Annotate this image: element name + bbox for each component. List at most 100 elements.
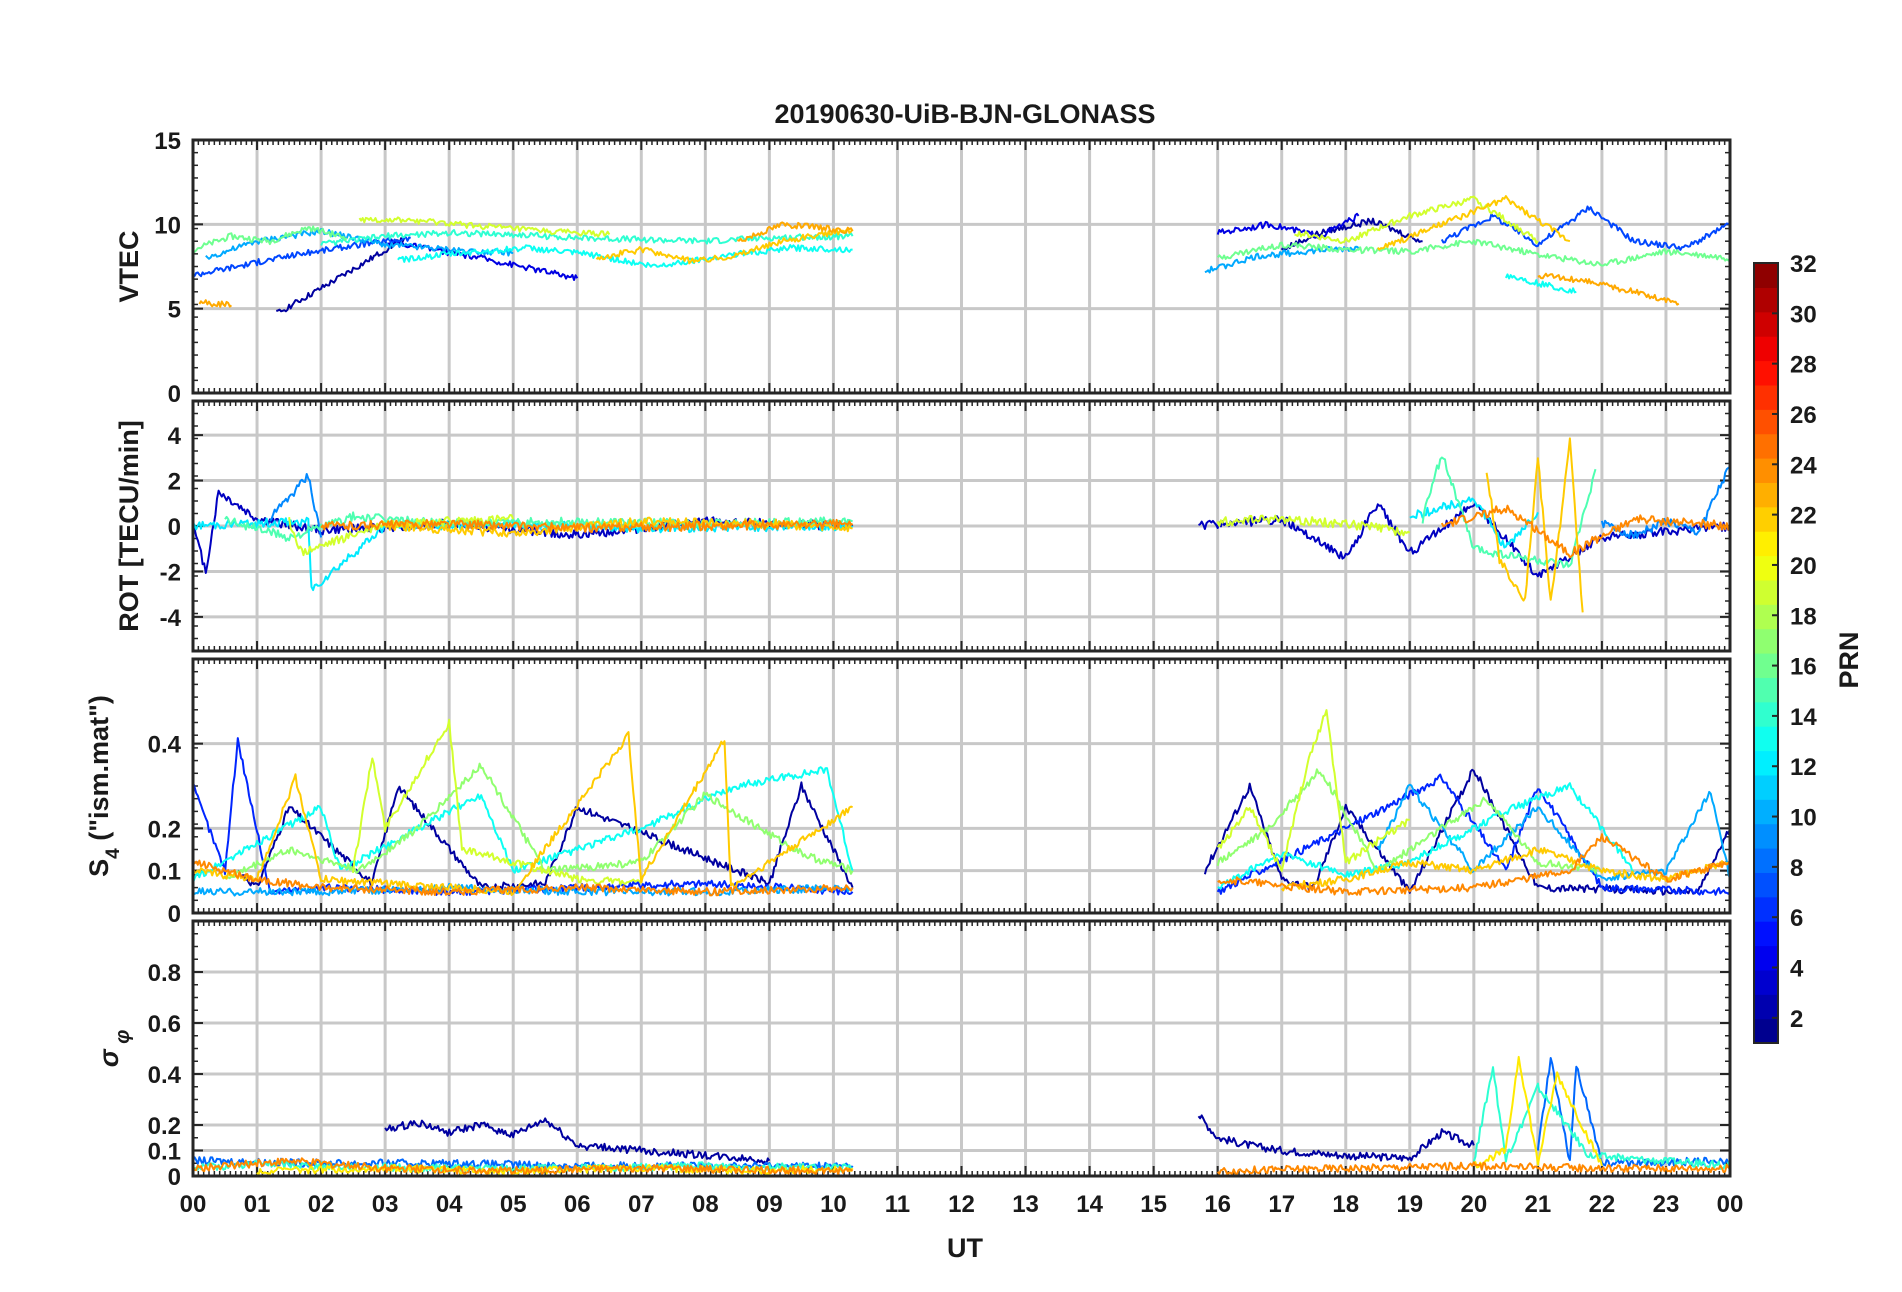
- colorbar-step: [1754, 774, 1778, 800]
- panel-sigma-phi: 00.10.2 0.4 0.6 0.8 σ φ: [94, 919, 1732, 1191]
- colorbar: 2468101214161820222426283032: [1753, 251, 1817, 1044]
- colorbar-step: [1754, 921, 1778, 947]
- colorbar-step: [1754, 433, 1778, 459]
- colorbar-step: [1754, 848, 1778, 873]
- colorbar-step: [1754, 969, 1778, 995]
- x-tick-label: 17: [1268, 1191, 1295, 1218]
- colorbar-step: [1754, 823, 1778, 849]
- y-tick-label: 4: [168, 423, 182, 450]
- x-tick-label: 06: [564, 1191, 591, 1218]
- colorbar-step: [1754, 994, 1778, 1020]
- colorbar-step: [1754, 555, 1778, 581]
- colorbar-tick-label: 20: [1790, 553, 1817, 580]
- y-tick-label: 0.2: [148, 816, 181, 843]
- colorbar-tick-label: 8: [1790, 855, 1803, 882]
- panel-rot: -4 -2 0 2 4 ROT [TECU/min]: [114, 399, 1732, 653]
- y-tick-label: -4: [160, 605, 182, 632]
- x-tick-label: 22: [1589, 1191, 1616, 1218]
- colorbar-step: [1754, 604, 1778, 630]
- figure-title: 20190630-UiB-BJN-GLONASS: [774, 99, 1155, 129]
- colorbar-step: [1754, 263, 1778, 288]
- y-tick-label: 0.2: [148, 1113, 181, 1140]
- x-tick-label: 18: [1332, 1191, 1359, 1218]
- figure: 20190630-UiB-BJN-GLONASS 051015VTEC-4-20…: [84, 99, 1864, 1263]
- y-tick-label: 0.8: [148, 960, 181, 987]
- colorbar-tick-label: 32: [1790, 251, 1817, 278]
- y-tick-label: 2: [168, 469, 181, 496]
- colorbar-tick-label: 26: [1790, 402, 1817, 429]
- x-tick-label: 23: [1653, 1191, 1680, 1218]
- colorbar-step: [1754, 506, 1778, 532]
- x-tick-label: 04: [436, 1191, 463, 1218]
- y-tick-label: 0.6: [148, 1011, 181, 1038]
- colorbar-step: [1754, 750, 1778, 776]
- x-tick-label: 09: [756, 1191, 783, 1218]
- colorbar-step: [1754, 336, 1778, 362]
- panel-s4: 0 0.1 0.2 0.4 S4 ("ism.mat"): [84, 657, 1732, 928]
- x-tick-label: 20: [1460, 1191, 1487, 1218]
- x-tick-label: 21: [1525, 1191, 1552, 1218]
- y-tick-label: 5: [168, 297, 181, 324]
- y-tick-label: 0: [168, 514, 181, 541]
- x-tick-label: 00: [180, 1191, 207, 1218]
- y-tick-label: 0.1: [148, 1139, 181, 1166]
- colorbar-tick-label: 30: [1790, 301, 1817, 328]
- y-tick-label: 0: [168, 901, 181, 928]
- colorbar-step: [1754, 872, 1778, 898]
- y-tick-label: 0.4: [148, 1062, 182, 1089]
- x-tick-label: 03: [372, 1191, 399, 1218]
- colorbar-label: PRN: [1834, 631, 1864, 688]
- x-tick-label: 19: [1396, 1191, 1423, 1218]
- x-tick-label: 15: [1140, 1191, 1167, 1218]
- x-tick-label: 08: [692, 1191, 719, 1218]
- y-tick-label: 0.4: [148, 732, 182, 759]
- colorbar-step: [1754, 701, 1778, 727]
- colorbar-step: [1754, 482, 1778, 508]
- x-tick-label: 13: [1012, 1191, 1039, 1218]
- colorbar-tick-label: 2: [1790, 1006, 1803, 1033]
- y-tick-label: 0.1: [148, 859, 181, 886]
- x-tick-label: 16: [1204, 1191, 1231, 1218]
- x-tick-label: 10: [820, 1191, 847, 1218]
- colorbar-tick-label: 12: [1790, 754, 1817, 781]
- x-tick-label: 12: [948, 1191, 975, 1218]
- colorbar-step: [1754, 628, 1778, 654]
- y-axis-label: VTEC: [114, 230, 144, 302]
- x-tick-label: 05: [500, 1191, 527, 1218]
- colorbar-tick-label: 10: [1790, 805, 1817, 832]
- colorbar-step: [1754, 1018, 1778, 1044]
- x-tick-labels: 00 01 02 03 04 05 06 07 08 09 10 11 12 13 14 15 16 17 18 19…: [180, 1191, 1744, 1218]
- colorbar-step: [1754, 726, 1778, 752]
- y-tick-label: -2: [160, 559, 181, 586]
- colorbar-step: [1754, 799, 1778, 825]
- x-tick-label: 11: [885, 1191, 910, 1218]
- colorbar-tick-label: 24: [1790, 452, 1817, 479]
- colorbar-step: [1754, 384, 1778, 410]
- colorbar-tick-label: 18: [1790, 603, 1817, 630]
- colorbar-tick-label: 28: [1790, 352, 1817, 379]
- x-tick-label: 07: [628, 1191, 655, 1218]
- x-tick-label: 14: [1076, 1191, 1103, 1218]
- y-tick-label: 10: [154, 212, 181, 239]
- colorbar-tick-label: 22: [1790, 503, 1817, 530]
- colorbar-step: [1754, 531, 1778, 557]
- y-tick-label: 0: [168, 1164, 181, 1191]
- colorbar-step: [1754, 287, 1778, 313]
- colorbar-tick-label: 14: [1790, 704, 1817, 731]
- panels: 051015VTEC-4-2024ROT [TECU/min]00.10.20.…: [84, 128, 1743, 1218]
- colorbar-tick-label: 4: [1790, 956, 1804, 983]
- x-tick-label: 02: [308, 1191, 335, 1218]
- x-axis-label: UT: [947, 1233, 983, 1263]
- colorbar-tick-label: 16: [1790, 654, 1817, 681]
- panel-vtec: 0 5 10 15 VTEC: [114, 128, 1732, 408]
- y-axis-label: ROT [TECU/min]: [114, 420, 144, 631]
- colorbar-step: [1754, 677, 1778, 703]
- colorbar-step: [1754, 579, 1778, 605]
- colorbar-tick-label: 6: [1790, 905, 1803, 932]
- y-tick-label: 0: [168, 381, 181, 408]
- colorbar-step: [1754, 458, 1778, 483]
- y-tick-label: 15: [154, 128, 181, 155]
- y-axis-label: S4 ("ism.mat"): [84, 695, 124, 877]
- y-axis-label: σ φ: [94, 1030, 134, 1068]
- x-tick-label: 01: [244, 1191, 271, 1218]
